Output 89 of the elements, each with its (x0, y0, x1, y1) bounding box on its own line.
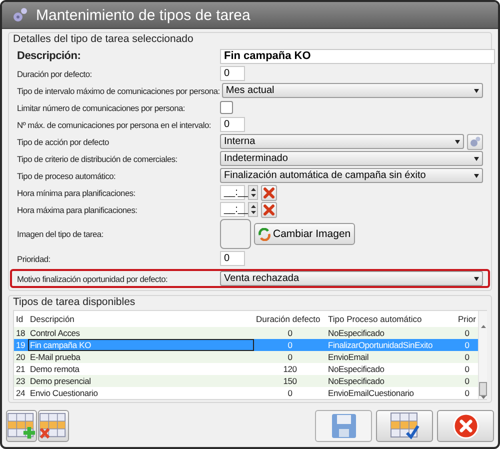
column-header[interactable]: Descripción (28, 314, 254, 324)
table-cell-text: 0 (464, 363, 470, 375)
input-field[interactable]: 0 (220, 117, 245, 132)
table-cell-text: 0 (464, 351, 470, 363)
table-cell-text: Envio Cuestionario (29, 387, 99, 399)
column-header[interactable]: Duración defecto (254, 314, 326, 324)
dropdown[interactable]: Indeterminado (220, 151, 483, 166)
dropdown-arrow-icon (474, 276, 479, 280)
close-icon (452, 413, 478, 439)
group-title: Detalles del tipo de tarea seleccionado (13, 33, 194, 45)
field-label: Duración por defecto: (17, 68, 93, 78)
table-row[interactable]: 18 Control Acces 0 NoEspecificado 0 (14, 327, 478, 339)
scroll-thumb[interactable] (479, 382, 487, 396)
column-header[interactable]: Prior (456, 314, 478, 324)
dropdown-arrow-icon (474, 156, 479, 160)
table-cell-text: FinalizarOportunidadSinExito (327, 339, 434, 351)
change-image-button[interactable]: Cambiar Imagen (254, 223, 355, 245)
table-row[interactable]: 23 Demo presencial 150 NoEspecificado 0 (14, 375, 478, 387)
column-header[interactable]: Id (14, 314, 28, 324)
table-row[interactable]: 20 E-Mail prueba 0 EnvioEmail 0 (14, 351, 478, 363)
field-label: Tipo de intervalo máximo de comunicaciones por persona: (17, 86, 220, 96)
field-label: Imagen del tipo de tarea: (17, 229, 104, 239)
dropdown[interactable]: Mes actual (222, 83, 483, 98)
table-cell-text: EnvioEmail (327, 351, 370, 363)
field-label: Hora mínima para planificaciones: (17, 188, 136, 198)
table-cell-text: 0 (464, 375, 470, 387)
table-cell-text: 21 (15, 363, 26, 375)
table-cell-text: 0 (286, 339, 294, 351)
table-cell-text: NoEspecificado (327, 327, 386, 339)
table-cell-text: 0 (464, 339, 470, 351)
table-cell-text: 0 (286, 387, 294, 399)
field-label: Tipo de criterio de distribución de comerciales: (17, 154, 178, 164)
table-cell-text: 0 (286, 351, 294, 363)
accept-button[interactable] (376, 410, 433, 442)
field-label: Prioridad: (17, 254, 52, 264)
cancel-button[interactable] (437, 410, 494, 442)
dropdown-arrow-icon (455, 140, 460, 144)
delete-row-button[interactable] (38, 410, 69, 442)
table-cell-text: 19 (15, 339, 26, 351)
table-cell-text: Control Acces (29, 327, 81, 339)
table-cell-text: 18 (15, 327, 26, 339)
input-field[interactable]: 0 (220, 66, 245, 81)
table-cell: Fin campaña KO (28, 339, 254, 351)
refresh-icon (258, 228, 271, 240)
table-cell-text: 0 (464, 387, 470, 399)
table-cell-text: E-Mail prueba (29, 351, 82, 363)
table-cell-text: 120 (282, 363, 298, 375)
field-label: Limitar número de comunicaciones por persona: (17, 102, 186, 112)
image-preview (220, 219, 251, 249)
scrollbar[interactable] (478, 311, 487, 399)
group-title: Tipos de tarea disponibles (13, 296, 136, 308)
checkbox[interactable] (220, 101, 233, 114)
dropdown-arrow-icon (474, 174, 479, 178)
field-label: Tipo de proceso automático: (17, 170, 117, 180)
spinner-icon[interactable] (248, 185, 258, 200)
table-cell-text: 20 (15, 351, 26, 363)
field-label: Nº máx. de comunicaciones por persona en el intervalo: (17, 120, 212, 130)
table-cell-text: 150 (282, 375, 298, 387)
field-label: Tipo de acción por defecto (17, 136, 110, 146)
clear-button[interactable] (261, 184, 277, 200)
field-label: Descripción: (17, 50, 82, 62)
field-label: Motivo finalización oportunidad por defecto: (17, 274, 169, 284)
dropdown[interactable]: Interna (220, 134, 464, 149)
dropdown-arrow-icon (474, 88, 479, 92)
table-cell-text: NoEspecificado (327, 375, 386, 387)
delete-icon (263, 204, 275, 216)
table-delete-icon (39, 412, 68, 440)
input-field[interactable]: 0 (220, 251, 245, 266)
field-label: Hora máxima para planificaciones: (17, 204, 138, 214)
table-cell-text: EnvioEmailCuestionario (327, 387, 415, 399)
clear-button[interactable] (261, 202, 277, 218)
description-field[interactable]: Fin campaña KO (220, 48, 495, 64)
table-add-icon (7, 412, 36, 440)
table-cell-text: 0 (286, 327, 294, 339)
table-cell-text: 0 (464, 327, 470, 339)
delete-icon (263, 186, 275, 198)
window-title: Mantenimiento de tipos de tarea (36, 6, 250, 24)
table-cell-text: Demo presencial (29, 375, 92, 387)
table-cell-text: 23 (15, 375, 26, 387)
dropdown[interactable]: Venta rechazada (220, 271, 483, 286)
table-cell-text: 24 (15, 387, 26, 399)
add-row-button[interactable] (6, 410, 37, 442)
spinner-icon[interactable] (248, 202, 258, 217)
dropdown[interactable]: Finalización automática de campaña sin éxito (220, 168, 483, 183)
table-cell-text: Demo remota (29, 363, 80, 375)
column-header[interactable]: Tipo Proceso automático (326, 314, 456, 324)
table-cell-text: NoEspecificado (327, 363, 386, 375)
scroll-up-icon[interactable] (480, 325, 486, 328)
table-check-icon (390, 412, 420, 440)
